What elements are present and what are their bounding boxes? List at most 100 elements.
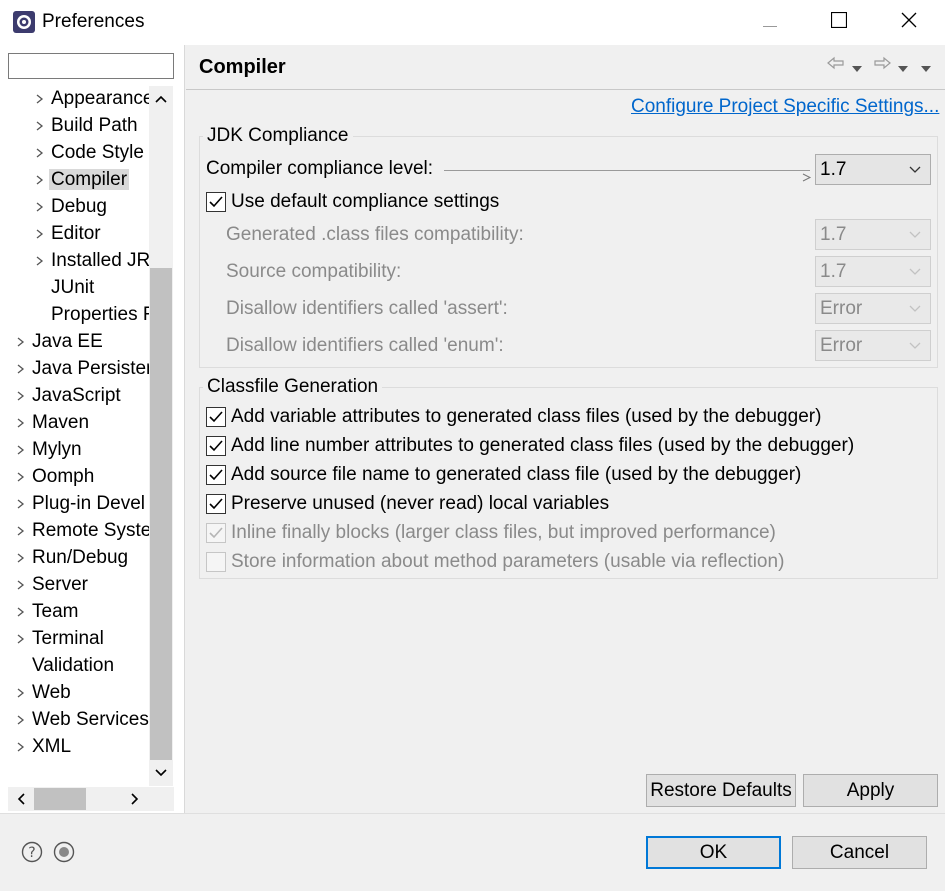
chevron-right-icon[interactable] (33, 194, 47, 220)
close-icon (901, 12, 917, 34)
tree-item[interactable]: Java EE (17, 329, 103, 355)
chevron-right-icon[interactable] (14, 518, 28, 544)
chevron-right-icon[interactable] (33, 86, 47, 112)
chevron-right-icon[interactable] (14, 545, 28, 571)
help-icon[interactable]: ? (21, 841, 43, 863)
tree-item[interactable]: Code Style (36, 140, 144, 166)
tree-item[interactable]: JavaScript (17, 383, 121, 409)
chevron-down-icon (908, 155, 922, 184)
tree-vertical-scroll-thumb[interactable] (150, 268, 172, 760)
tree-item[interactable]: Team (17, 599, 78, 625)
tree-item-label: Maven (32, 412, 90, 433)
tree-item[interactable]: Terminal (17, 626, 104, 652)
chevron-right-icon[interactable] (14, 464, 28, 490)
chevron-right-icon[interactable] (14, 734, 28, 760)
scroll-down-icon[interactable] (150, 762, 172, 784)
tree-item[interactable]: Java Persisten (17, 356, 150, 382)
forward-arrow-icon[interactable] (872, 55, 892, 71)
tree-horizontal-scroll-thumb[interactable] (34, 788, 86, 810)
classfile-option-checkbox[interactable] (206, 523, 226, 543)
compliance-leader-line (444, 170, 810, 171)
classfile-option-checkbox[interactable] (206, 494, 226, 514)
tree-item-label: XML (32, 736, 72, 757)
view-menu-icon[interactable] (920, 58, 932, 72)
tree-item-label: Web (32, 682, 71, 703)
tree-item[interactable]: Debug (36, 194, 107, 220)
apply-button[interactable]: Apply (803, 774, 938, 807)
configure-project-settings-link[interactable]: Configure Project Specific Settings... (631, 96, 939, 118)
classfile-option-checkbox[interactable] (206, 552, 226, 572)
back-history-dropdown-icon[interactable] (851, 58, 863, 72)
filter-input[interactable] (8, 53, 174, 79)
classfile-option-checkbox[interactable] (206, 465, 226, 485)
tree-item[interactable]: Installed JR (36, 248, 150, 274)
classfile-option-checkbox[interactable] (206, 407, 226, 427)
chevron-down-icon (908, 294, 922, 323)
compliance-level-select[interactable]: 1.7 (815, 154, 931, 185)
chevron-down-icon (908, 331, 922, 360)
tree-item-label: Run/Debug (32, 547, 129, 568)
chevron-right-icon[interactable] (14, 491, 28, 517)
tree-item[interactable]: Editor (36, 221, 101, 247)
tree-item[interactable]: Plug-in Devel (17, 491, 145, 517)
chevron-right-icon[interactable] (33, 140, 47, 166)
minimize-button[interactable] (735, 0, 805, 45)
disallow-enum-value: Error (820, 335, 863, 356)
ok-button[interactable]: OK (646, 836, 781, 869)
record-icon[interactable] (53, 841, 75, 863)
jdk-compliance-group-title: JDK Compliance (203, 125, 353, 147)
disallow-assert-select[interactable]: Error (815, 293, 931, 324)
tree-item[interactable]: Mylyn (17, 437, 82, 463)
close-button[interactable] (874, 0, 944, 45)
tree-item[interactable]: Compiler (36, 167, 130, 193)
chevron-right-icon[interactable] (33, 113, 47, 139)
scroll-up-icon[interactable] (150, 88, 172, 110)
restore-defaults-button[interactable]: Restore Defaults (646, 774, 796, 807)
chevron-right-icon[interactable] (14, 599, 28, 625)
tree-item-label: JUnit (51, 277, 95, 298)
chevron-right-icon[interactable] (14, 626, 28, 652)
tree-item[interactable]: Run/Debug (17, 545, 129, 571)
scroll-right-icon[interactable] (124, 788, 146, 810)
page-title: Compiler (199, 56, 286, 78)
tree-item[interactable]: Web Services (17, 707, 149, 733)
chevron-right-icon[interactable] (14, 437, 28, 463)
cancel-button[interactable]: Cancel (792, 836, 927, 869)
classfile-option-checkbox[interactable] (206, 436, 226, 456)
classfile-option-label: Add line number attributes to generated … (231, 435, 855, 456)
source-compat-select[interactable]: 1.7 (815, 256, 931, 287)
tree-item[interactable]: Oomph (17, 464, 95, 490)
tree-item[interactable]: Properties F (51, 302, 150, 328)
chevron-right-icon[interactable] (33, 221, 47, 247)
chevron-right-icon[interactable] (14, 410, 28, 436)
tree-item-label: Oomph (32, 466, 95, 487)
tree-item[interactable]: XML (17, 734, 72, 760)
tree-item[interactable]: Build Path (36, 113, 138, 139)
maximize-button[interactable] (804, 0, 874, 45)
tree-horizontal-scrollbar[interactable] (8, 787, 174, 811)
tree-item[interactable]: Web (17, 680, 71, 706)
chevron-right-icon[interactable] (14, 707, 28, 733)
tree-item[interactable]: JUnit (51, 275, 94, 301)
chevron-right-icon[interactable] (14, 383, 28, 409)
tree-item[interactable]: Appearance (36, 86, 150, 112)
tree-item[interactable]: Validation (32, 653, 114, 679)
tree-item-label: Plug-in Devel (32, 493, 145, 514)
tree-item[interactable]: Remote Syste (17, 518, 150, 544)
forward-history-dropdown-icon[interactable] (897, 58, 909, 72)
chevron-right-icon[interactable] (14, 572, 28, 598)
scroll-left-icon[interactable] (10, 788, 32, 810)
tree-item[interactable]: Maven (17, 410, 90, 436)
chevron-right-icon[interactable] (33, 248, 47, 274)
generated-class-compat-select[interactable]: 1.7 (815, 219, 931, 250)
chevron-right-icon[interactable] (14, 356, 28, 382)
back-arrow-icon[interactable] (826, 55, 846, 71)
tree-item-label: Compiler (49, 169, 130, 190)
chevron-right-icon[interactable] (33, 167, 47, 193)
chevron-right-icon[interactable] (14, 329, 28, 355)
tree-item-label: Remote Syste (32, 520, 150, 541)
tree-item[interactable]: Server (17, 572, 88, 598)
chevron-right-icon[interactable] (14, 680, 28, 706)
disallow-enum-select[interactable]: Error (815, 330, 931, 361)
use-default-compliance-checkbox[interactable] (206, 192, 226, 212)
